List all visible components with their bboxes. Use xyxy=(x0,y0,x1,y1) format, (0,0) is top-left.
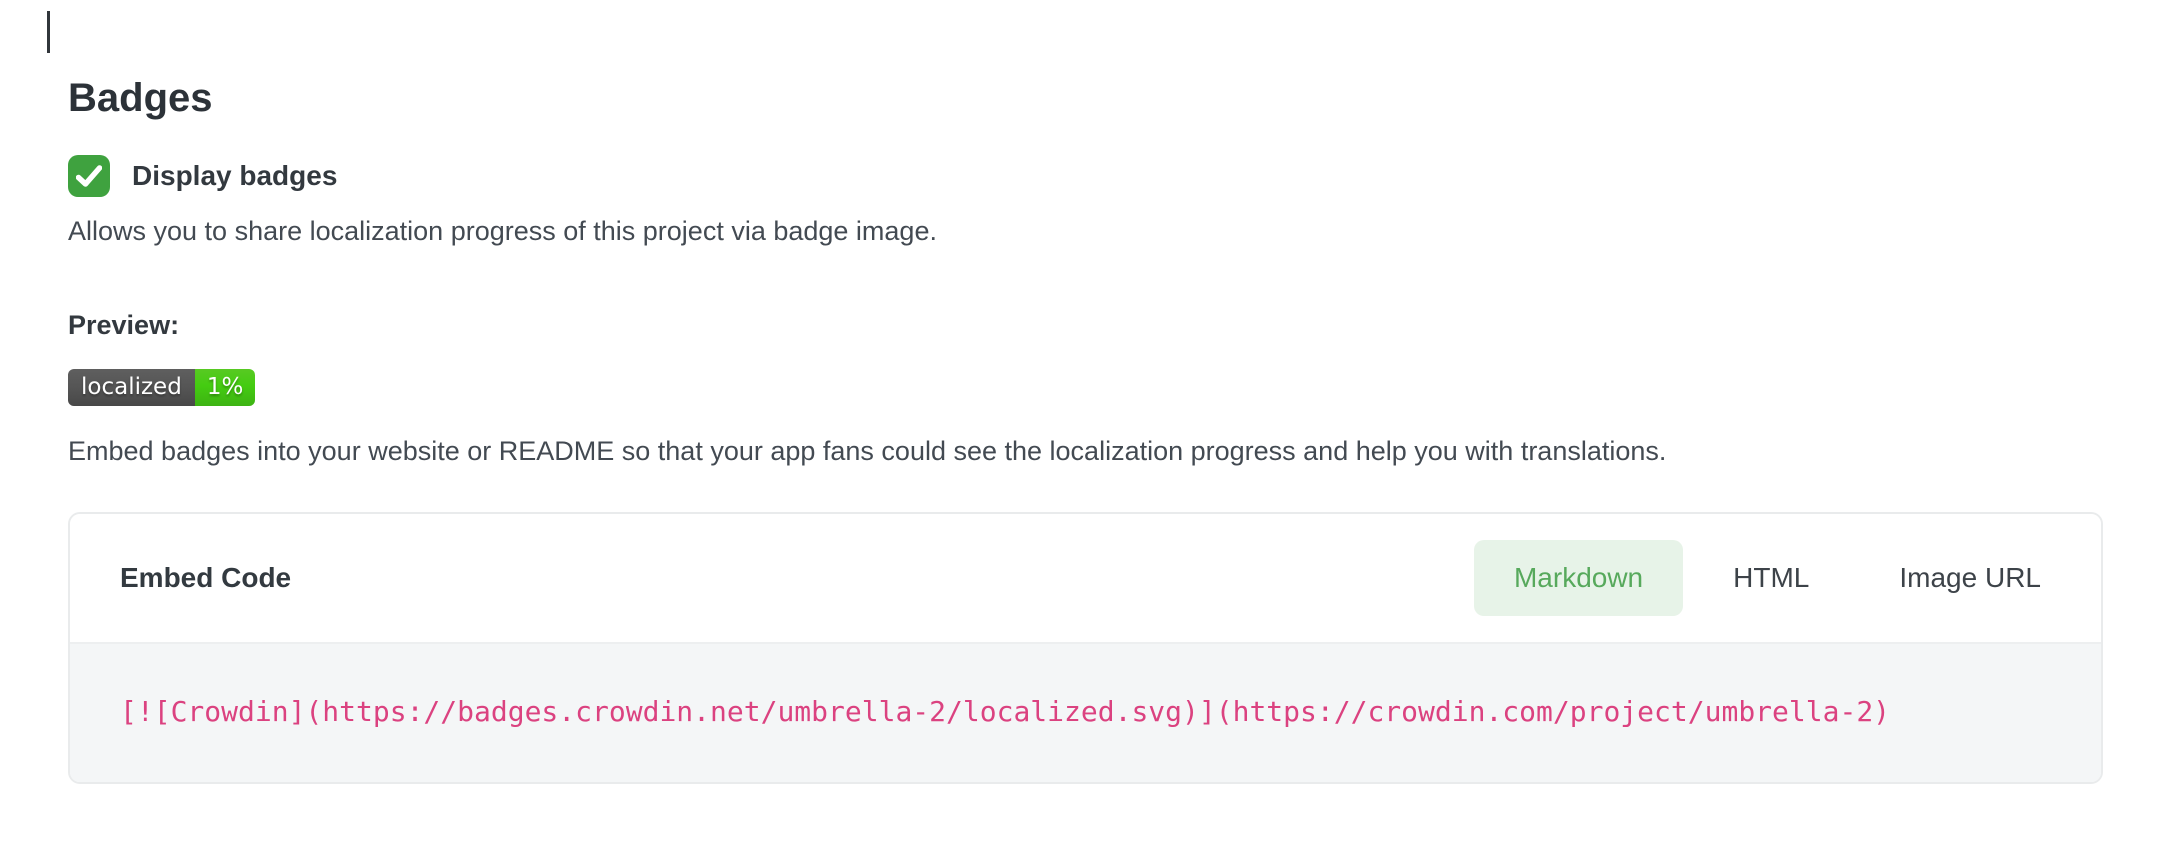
preview-label: Preview: xyxy=(68,307,2104,343)
page-title: Badges xyxy=(68,74,2104,122)
badges-settings-section: Badges Display badges Allows you to shar… xyxy=(0,0,2184,784)
embed-code-area: [![Crowdin](https://badges.crowdin.net/u… xyxy=(70,642,2101,782)
checkmark-icon xyxy=(76,165,102,187)
badge-label: localized xyxy=(68,369,195,406)
tab-markdown[interactable]: Markdown xyxy=(1474,540,1683,616)
tab-image-url[interactable]: Image URL xyxy=(1859,540,2081,616)
embed-card-title: Embed Code xyxy=(120,562,291,594)
display-badges-row[interactable]: Display badges xyxy=(68,155,2104,197)
badges-description: Allows you to share localization progres… xyxy=(68,213,2104,249)
localization-badge: localized 1% xyxy=(68,369,255,406)
embed-card-header: Embed Code Markdown HTML Image URL xyxy=(70,514,2101,642)
embed-code-snippet: [![Crowdin](https://badges.crowdin.net/u… xyxy=(120,695,1890,728)
embed-format-tabs: Markdown HTML Image URL xyxy=(1464,540,2081,616)
display-badges-label[interactable]: Display badges xyxy=(132,160,337,192)
embed-hint-text: Embed badges into your website or README… xyxy=(68,433,2104,469)
tab-html[interactable]: HTML xyxy=(1693,540,1849,616)
badge-value: 1% xyxy=(195,369,256,406)
embed-code-card: Embed Code Markdown HTML Image URL [![Cr… xyxy=(68,512,2103,784)
display-badges-checkbox[interactable] xyxy=(68,155,110,197)
